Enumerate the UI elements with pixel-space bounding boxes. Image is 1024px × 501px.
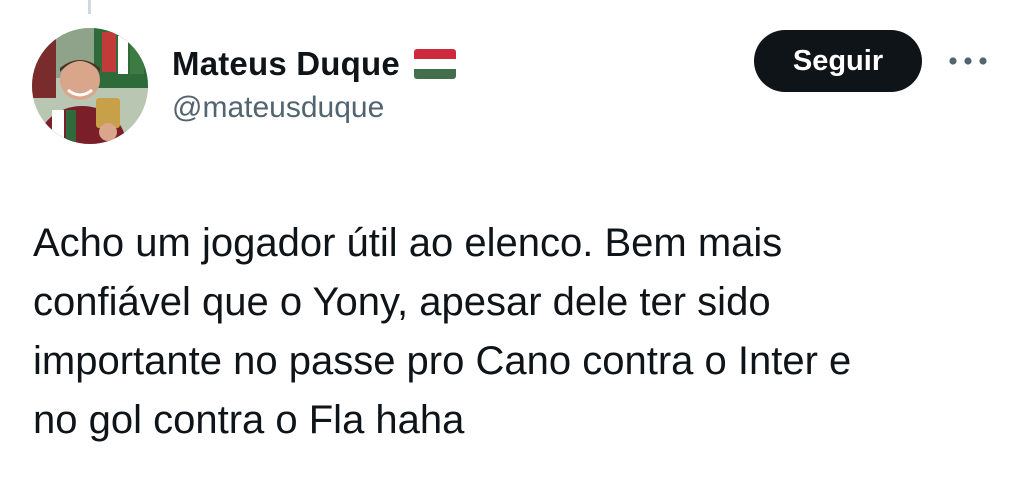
hungary-flag-icon bbox=[413, 49, 456, 79]
tweet-text-line: importante no passe pro Cano contra o In… bbox=[33, 339, 852, 383]
tweet-text-line: no gol contra o Fla haha bbox=[33, 398, 465, 442]
author-display-name[interactable]: Mateus Duque bbox=[172, 45, 400, 83]
tweet-text-line: Acho um jogador útil ao elenco. Bem mais bbox=[33, 221, 783, 265]
avatar-photo bbox=[32, 28, 148, 144]
tweet-card: Mateus Duque @mateusduque Seguir Acho um… bbox=[0, 0, 1024, 501]
avatar[interactable] bbox=[32, 28, 148, 144]
tweet-text: Acho um jogador útil ao elenco. Bem mais… bbox=[33, 214, 993, 450]
author-handle[interactable]: @mateusduque bbox=[172, 91, 384, 125]
follow-button[interactable]: Seguir bbox=[754, 30, 922, 92]
more-horizontal-icon bbox=[949, 57, 987, 65]
thread-connector-line bbox=[88, 0, 91, 14]
author-name-row: Mateus Duque bbox=[172, 42, 456, 86]
tweet-text-line: confiável que o Yony, apesar dele ter si… bbox=[33, 280, 771, 324]
more-options-button[interactable] bbox=[944, 46, 992, 76]
